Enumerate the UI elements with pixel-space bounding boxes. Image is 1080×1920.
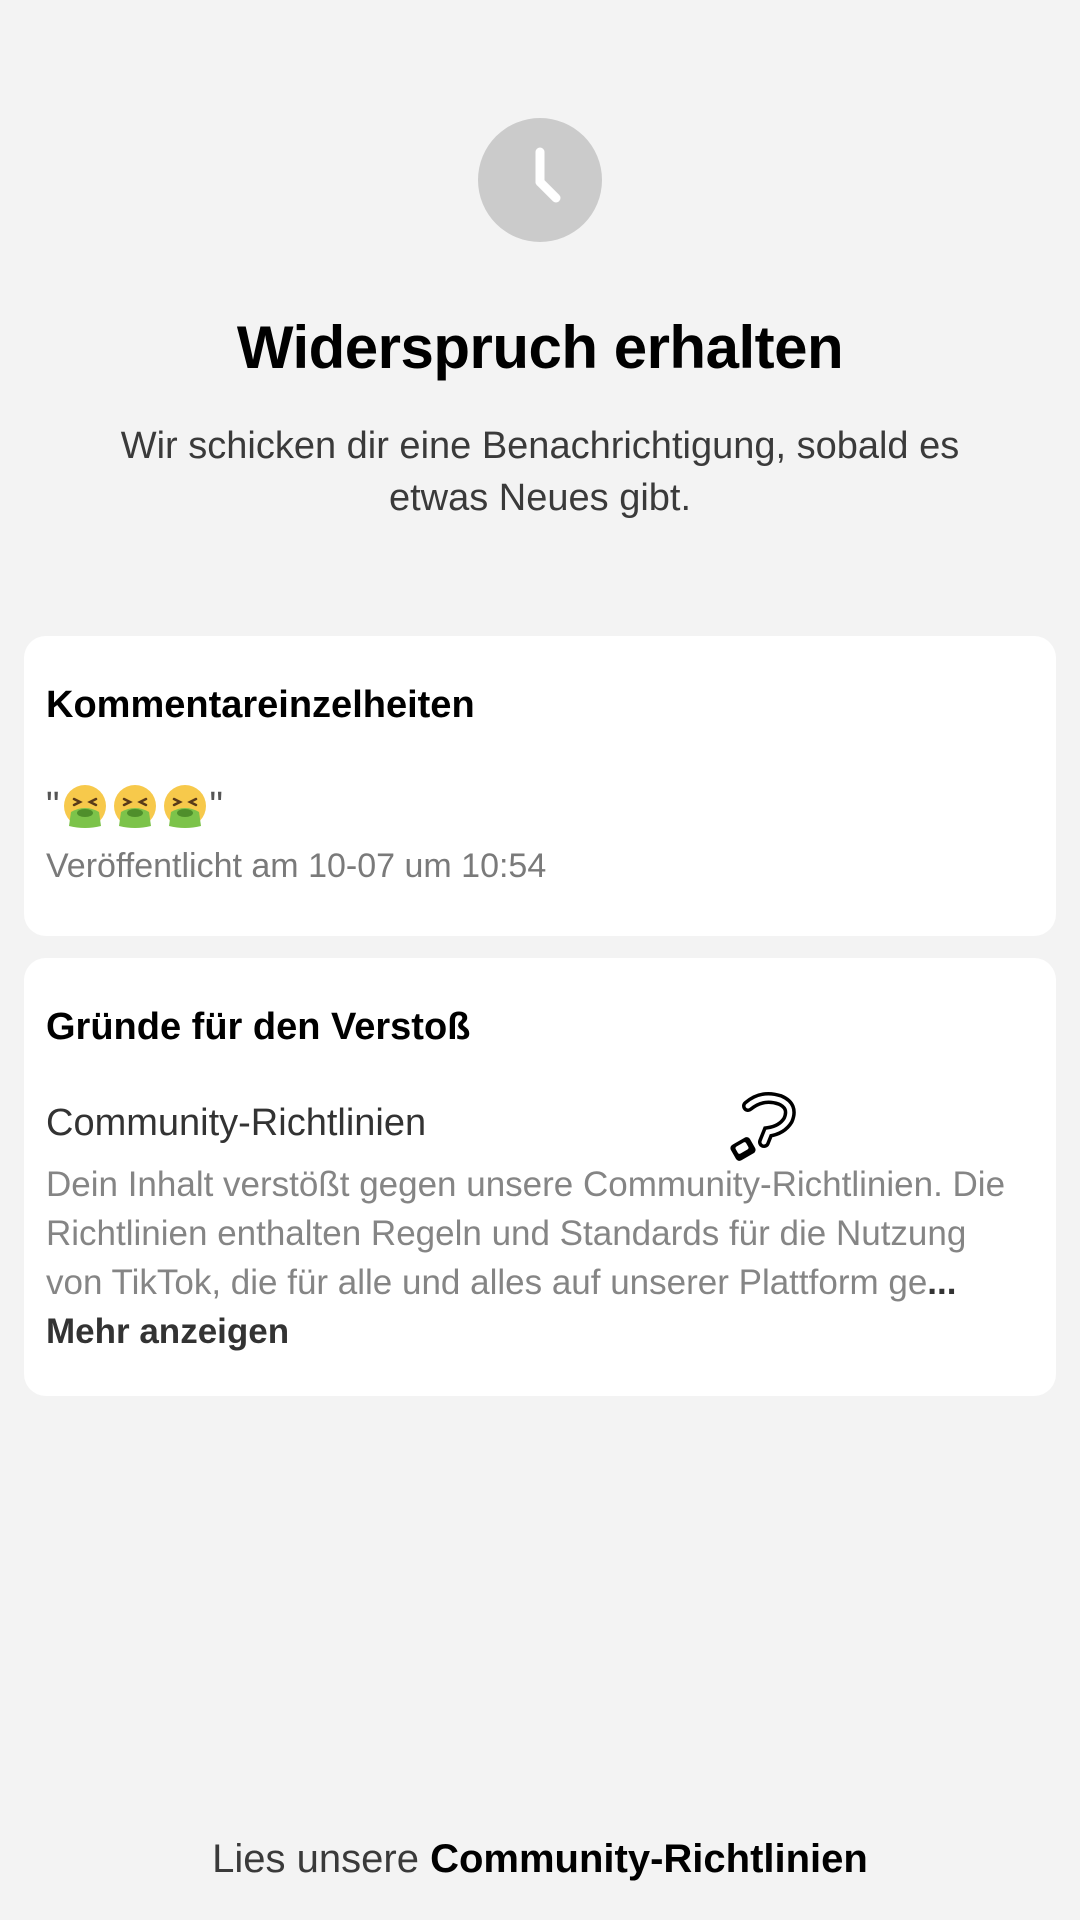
page-subtitle: Wir schicken dir eine Benachrichtigung, … <box>120 425 960 519</box>
vomiting-face-icon <box>113 785 156 828</box>
comment-content: " " <box>46 778 223 834</box>
clock-icon <box>478 118 602 242</box>
ellipsis: ... <box>927 1263 957 1302</box>
vomiting-face-icon <box>163 785 206 828</box>
published-timestamp: Veröffentlicht am 10-07 um 10:54 <box>46 847 547 885</box>
footer: Lies unsere Community-Richtlinien <box>0 1834 1080 1884</box>
page-title: Widerspruch erhalten <box>236 314 844 381</box>
guideline-description: Dein Inhalt verstößt gegen unsere Commun… <box>46 1160 1006 1356</box>
footer-prefix: Lies unsere <box>212 1837 431 1881</box>
cursor-icon <box>730 1092 796 1161</box>
violation-reasons-title: Gründe für den Verstoß <box>46 1006 471 1048</box>
quote-open: " <box>46 784 60 827</box>
quote-close: " <box>209 784 224 827</box>
community-guidelines-link[interactable]: Community-Richtlinien <box>430 1837 868 1881</box>
show-more-link[interactable]: Mehr anzeigen <box>46 1312 289 1351</box>
guideline-name: Community-Richtlinien <box>46 1102 427 1144</box>
vomiting-face-icon <box>63 785 106 828</box>
description-text: Dein Inhalt verstößt gegen unsere Commun… <box>46 1165 1006 1302</box>
comment-details-title: Kommentareinzelheiten <box>46 684 475 726</box>
appeal-status-page: Widerspruch erhalten Wir schicken dir ei… <box>0 0 1080 1920</box>
